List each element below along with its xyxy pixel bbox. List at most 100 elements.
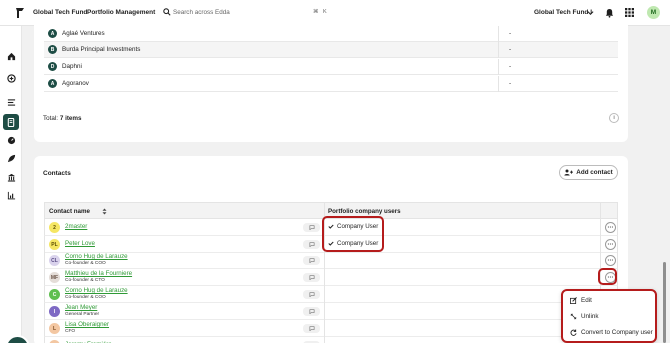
column-divider (600, 236, 601, 253)
bar-chart-icon[interactable] (5, 189, 17, 201)
contact-role: General Partner (65, 312, 100, 317)
page-scrollbar[interactable] (663, 262, 666, 343)
total-count: Total: 7 items (43, 115, 82, 122)
column-divider (324, 252, 325, 269)
contact-name-link[interactable]: Corno Hug de Larauze (65, 287, 128, 294)
investor-name[interactable]: Daphni (62, 63, 82, 70)
column-divider (600, 252, 601, 269)
bank-icon[interactable] (5, 171, 17, 183)
investor-name[interactable]: Burda Principal Investments (62, 46, 140, 53)
investor-name[interactable]: Aglaé Ventures (62, 30, 105, 37)
investor-value: - (509, 63, 512, 70)
column-divider (498, 76, 499, 92)
column-header-contact-name[interactable]: Contact name (49, 208, 90, 215)
unlink-icon (570, 313, 577, 320)
chevron-down-icon[interactable] (587, 9, 594, 16)
user-avatar[interactable]: M (647, 6, 660, 19)
add-circle-icon[interactable] (5, 72, 17, 84)
more-button-highlight (598, 268, 617, 285)
more-options-button[interactable]: ··· (605, 239, 616, 250)
more-options-button[interactable]: ··· (605, 222, 616, 233)
column-divider (498, 26, 499, 42)
investors-card: A Aglaé Ventures - B Burda Principal Inv… (34, 18, 628, 142)
investor-value: - (509, 80, 512, 87)
table-row: I Jean Meyer General Partner (44, 303, 618, 320)
column-divider (600, 203, 601, 218)
comment-icon[interactable] (303, 240, 320, 249)
sort-icon[interactable] (102, 208, 107, 215)
row-action-menu: Edit Unlink Convert to Company user (561, 289, 657, 343)
fund-selector[interactable]: Global Tech Fund I (534, 9, 592, 16)
investor-initial: B (48, 45, 57, 54)
apps-grid-icon[interactable] (625, 8, 634, 17)
contact-avatar: PL (49, 239, 60, 250)
column-divider (498, 59, 499, 75)
total-label: Total: (43, 115, 59, 122)
rocket-icon[interactable] (5, 152, 17, 164)
home-icon[interactable] (5, 50, 17, 62)
menu-item-convert[interactable]: Convert to Company user (570, 329, 653, 336)
investor-value: - (509, 30, 512, 37)
column-divider (324, 286, 325, 303)
portfolio-icon[interactable] (3, 114, 19, 130)
app-logo-icon[interactable] (15, 7, 25, 19)
comment-icon[interactable] (303, 256, 320, 265)
column-divider (324, 269, 325, 286)
list-icon[interactable] (5, 96, 17, 108)
contact-avatar: I (49, 306, 60, 317)
refresh-icon (570, 329, 577, 336)
contact-name-link[interactable]: Jean Meyer (65, 304, 97, 311)
contacts-title: Contacts (43, 170, 71, 177)
comment-icon[interactable] (303, 324, 320, 333)
contact-avatar: MF (49, 272, 60, 283)
contact-role: CFO (65, 329, 76, 334)
table-row: Jeremy Fremiére (44, 337, 618, 343)
chat-support-button[interactable] (5, 335, 30, 343)
contact-name-link[interactable]: Matthieu de la Fourniere (65, 270, 132, 277)
fund-name[interactable]: Global Tech Fund (33, 9, 87, 16)
contact-name-link[interactable]: Peter Love (65, 240, 95, 247)
contact-name-link[interactable]: Lisa Oberaigner (65, 321, 109, 328)
contact-name-link[interactable]: Corno Hug de Larauze (65, 253, 128, 260)
kbd-k-hint: K (323, 9, 327, 15)
contact-role: Co-founder & CTO (65, 278, 105, 283)
contacts-card: Contacts Add contact Contact name Portfo… (34, 156, 628, 343)
contact-role: Co-founder & COO (65, 261, 106, 266)
table-row: L Lisa Oberaigner CFO (44, 320, 618, 337)
more-options-button[interactable]: ··· (605, 255, 616, 266)
menu-item-edit[interactable]: Edit (570, 297, 592, 304)
contact-avatar: L (49, 323, 60, 334)
investor-name[interactable]: Agoranov (62, 80, 89, 87)
comment-icon[interactable] (303, 273, 320, 282)
portfolio-management-link[interactable]: Portfolio Management (87, 9, 155, 16)
company-user-highlight (322, 216, 384, 252)
add-user-icon (564, 169, 574, 176)
contact-avatar: 2 (49, 222, 60, 233)
add-contact-label: Add contact (576, 169, 613, 176)
add-contact-button[interactable]: Add contact (559, 165, 618, 180)
investor-initial: A (48, 79, 57, 88)
column-divider (498, 42, 499, 58)
menu-item-unlink[interactable]: Unlink (570, 313, 599, 320)
contact-name-link[interactable]: 2master (65, 223, 87, 230)
column-header-company-users: Portfolio company users (328, 208, 401, 215)
search-input[interactable] (173, 7, 303, 18)
comment-icon[interactable] (303, 290, 320, 299)
column-divider (324, 320, 325, 337)
investor-value: - (509, 46, 512, 53)
table-row: MF Matthieu de la Fourniere Co-founder & C… (44, 269, 618, 286)
investor-initial: A (48, 29, 57, 38)
info-icon[interactable]: i (609, 113, 619, 123)
comment-icon[interactable] (303, 307, 320, 316)
table-row: CL Corno Hug de Larauze Co-founder & COO ··… (44, 252, 618, 269)
contact-avatar: CL (49, 255, 60, 266)
comment-icon[interactable] (303, 223, 320, 232)
table-row: A Aglaé Ventures - (44, 26, 618, 42)
investor-initial: D (48, 62, 57, 71)
column-divider (324, 303, 325, 320)
edit-icon (570, 297, 577, 304)
bell-icon[interactable] (605, 8, 614, 18)
sidebar (0, 26, 30, 343)
dashboard-gauge-icon[interactable] (5, 134, 17, 146)
total-value: 7 items (59, 115, 82, 122)
